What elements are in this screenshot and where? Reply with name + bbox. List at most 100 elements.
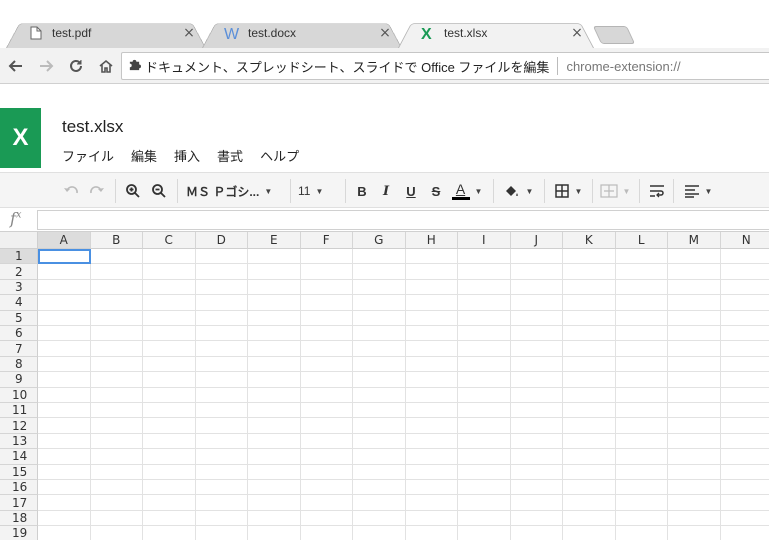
merge-cells-button[interactable]: ▼ xyxy=(597,173,633,209)
grid-line xyxy=(38,371,769,373)
reload-button[interactable] xyxy=(62,52,90,80)
grid-line xyxy=(38,432,769,434)
new-tab-button[interactable] xyxy=(592,26,636,44)
row-header[interactable]: 14 xyxy=(0,449,38,465)
tab-pdf[interactable]: test.pdf × xyxy=(6,18,206,48)
row-header[interactable]: 12 xyxy=(0,418,38,434)
grid-line xyxy=(614,249,616,540)
grid-line xyxy=(404,249,406,540)
row-header[interactable]: 9 xyxy=(0,372,38,388)
caret-down-icon: ▼ xyxy=(474,186,483,196)
tab-xlsx[interactable]: X test.xlsx × xyxy=(398,18,594,48)
zoom-in-button[interactable] xyxy=(122,173,144,209)
column-header[interactable]: F xyxy=(300,232,353,249)
column-header[interactable]: B xyxy=(90,232,143,249)
grid-line xyxy=(38,463,769,465)
grid-line xyxy=(38,509,769,511)
column-header[interactable]: J xyxy=(510,232,563,249)
row-header[interactable]: 3 xyxy=(0,279,38,296)
reload-icon xyxy=(70,59,82,72)
row-header[interactable]: 17 xyxy=(0,495,38,511)
column-header[interactable]: M xyxy=(668,232,721,249)
column-header[interactable]: L xyxy=(615,232,668,249)
align-button[interactable]: ▼ xyxy=(680,173,716,209)
column-header[interactable]: N xyxy=(720,232,769,249)
menu-help[interactable]: ヘルプ xyxy=(260,146,299,165)
close-icon[interactable]: × xyxy=(378,25,392,41)
row-header[interactable]: 18 xyxy=(0,510,38,527)
row-header[interactable]: 16 xyxy=(0,480,38,496)
row-header[interactable]: 15 xyxy=(0,464,38,480)
grid-line xyxy=(38,417,769,419)
column-header[interactable]: A xyxy=(38,232,91,249)
align-left-icon xyxy=(684,185,699,198)
font-size-select[interactable]: 11 ▼ xyxy=(298,173,338,209)
spreadsheet-grid[interactable]: A B C D E F G H I J K L M N 1 2 3 4 5 6 7 8 9 10 11 12 13 14 15 16 17 1… xyxy=(0,232,769,540)
column-header[interactable]: H xyxy=(405,232,458,249)
omnibox[interactable]: ドキュメント、スプレッドシート、スライドで Office ファイルを編集 chr… xyxy=(121,52,769,80)
row-header[interactable]: 5 xyxy=(0,310,38,326)
row-header[interactable]: 1 xyxy=(0,249,38,265)
document-title[interactable]: test.xlsx xyxy=(62,117,123,137)
grid-line xyxy=(89,249,91,540)
row-header[interactable]: 2 xyxy=(0,264,38,280)
strikethrough-button[interactable]: S xyxy=(426,173,446,209)
borders-icon xyxy=(554,184,569,198)
grid-line xyxy=(38,278,769,280)
row-header[interactable]: 10 xyxy=(0,387,38,403)
redo-button[interactable] xyxy=(86,173,108,209)
column-header[interactable]: K xyxy=(563,232,616,249)
borders-button[interactable]: ▼ xyxy=(550,173,586,209)
forward-button[interactable] xyxy=(32,52,60,80)
formula-input[interactable] xyxy=(37,210,769,230)
tab-title: test.docx xyxy=(248,26,297,40)
column-header[interactable]: I xyxy=(458,232,511,249)
zoom-out-button[interactable] xyxy=(148,173,170,209)
font-family-select[interactable]: ＭＳ Ｐゴシ... ▼ xyxy=(186,173,282,209)
grid-line xyxy=(38,340,769,342)
grid-line xyxy=(38,325,769,326)
caret-down-icon: ▼ xyxy=(622,186,631,196)
column-header[interactable]: G xyxy=(353,232,406,249)
undo-icon xyxy=(64,186,78,194)
svg-text:W: W xyxy=(224,26,240,41)
row-header[interactable]: 8 xyxy=(0,356,38,373)
tab-docx[interactable]: W test.docx × xyxy=(202,18,402,48)
menu-bar: ファイル 編集 挿入 書式 ヘルプ xyxy=(62,146,316,165)
menu-insert[interactable]: 挿入 xyxy=(174,146,200,165)
menu-format[interactable]: 書式 xyxy=(217,146,243,165)
row-header[interactable]: 4 xyxy=(0,295,38,311)
document-icon xyxy=(28,25,44,41)
column-header[interactable]: E xyxy=(248,232,301,249)
column-header[interactable]: D xyxy=(195,232,248,249)
close-icon[interactable]: × xyxy=(182,25,196,41)
active-cell-a1[interactable] xyxy=(38,249,91,265)
wrap-text-icon xyxy=(650,185,664,198)
fill-color-button[interactable]: ▼ xyxy=(500,173,536,209)
close-icon[interactable]: × xyxy=(570,25,584,41)
bold-button[interactable]: B xyxy=(352,173,372,209)
text-color-button[interactable]: A ▼ xyxy=(450,173,484,209)
wrap-text-button[interactable] xyxy=(646,173,668,209)
menu-edit[interactable]: 編集 xyxy=(131,146,157,165)
home-button[interactable] xyxy=(92,52,120,80)
grid-line xyxy=(38,479,769,480)
paint-bucket-icon xyxy=(505,186,518,196)
italic-button[interactable]: I xyxy=(376,173,396,209)
select-all-corner[interactable] xyxy=(0,232,38,249)
row-header[interactable]: 19 xyxy=(0,526,38,540)
menu-file[interactable]: ファイル xyxy=(62,146,114,165)
column-header[interactable]: C xyxy=(143,232,196,249)
back-button[interactable] xyxy=(2,52,30,80)
row-header[interactable]: 7 xyxy=(0,341,38,357)
arrow-right-icon xyxy=(40,59,54,72)
font-family-value: ＭＳ Ｐゴシ... xyxy=(186,184,260,199)
row-header[interactable]: 6 xyxy=(0,326,38,342)
undo-button[interactable] xyxy=(60,173,82,209)
arrow-left-icon xyxy=(8,59,22,72)
row-header[interactable]: 11 xyxy=(0,403,38,419)
underline-button[interactable]: U xyxy=(401,173,421,209)
row-header[interactable]: 13 xyxy=(0,433,38,450)
caret-down-icon: ▼ xyxy=(525,186,534,196)
grid-line xyxy=(562,249,563,540)
